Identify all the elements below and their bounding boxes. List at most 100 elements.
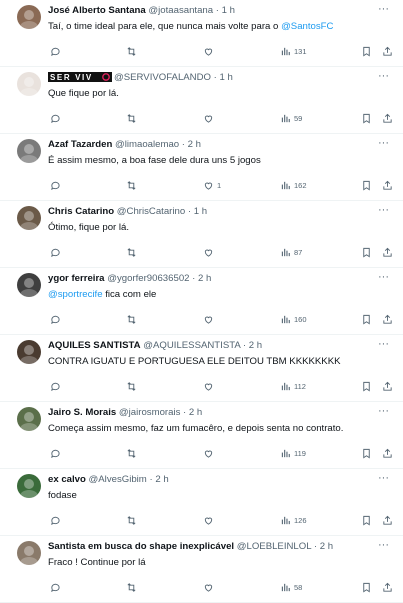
tweet-item[interactable]: ygor ferreira @ygorfer90636502 · 2 h ··· @… (0, 268, 403, 335)
like-button[interactable] (203, 312, 217, 326)
author-name[interactable]: AQUILES SANTISTA (48, 340, 141, 351)
tweet-item[interactable]: AQUILES SANTISTA @AQUILESSANTISTA · 2 h ·… (0, 335, 403, 402)
tweet-time[interactable]: 1 h (220, 72, 233, 83)
more-options-icon[interactable]: ··· (378, 204, 389, 216)
share-button[interactable] (382, 513, 393, 527)
bookmark-button[interactable] (361, 111, 372, 125)
like-button[interactable] (203, 513, 217, 527)
views-button[interactable]: 87 (280, 245, 302, 259)
share-button[interactable] (382, 312, 393, 326)
avatar[interactable] (17, 407, 41, 431)
author-handle[interactable]: @AlvesGibim (89, 474, 147, 485)
avatar[interactable] (17, 139, 41, 163)
retweet-button[interactable] (126, 111, 137, 125)
retweet-button[interactable] (126, 44, 137, 58)
author-handle[interactable]: @jairosmorais (119, 407, 180, 418)
author-handle[interactable]: @ChrisCatarino (117, 206, 185, 217)
author-handle[interactable]: @AQUILESSANTISTA (143, 340, 240, 351)
author-handle[interactable]: @jotaasantana (148, 5, 213, 16)
more-options-icon[interactable]: ··· (378, 137, 389, 149)
tweet-time[interactable]: 2 h (155, 474, 168, 485)
share-button[interactable] (382, 446, 393, 460)
more-options-icon[interactable]: ··· (378, 3, 389, 15)
share-button[interactable] (382, 178, 393, 192)
mention-link[interactable]: @sportrecife (48, 289, 103, 300)
tweet-item[interactable]: SER VIV @SERVIVOFALANDO · 1 h ··· Que fique… (0, 67, 403, 134)
retweet-button[interactable] (126, 580, 137, 594)
bookmark-button[interactable] (361, 513, 372, 527)
bookmark-button[interactable] (361, 178, 372, 192)
author-handle[interactable]: @LOEBLEINLOL (237, 541, 311, 552)
share-button[interactable] (382, 580, 393, 594)
avatar[interactable] (17, 474, 41, 498)
avatar[interactable] (17, 273, 41, 297)
more-options-icon[interactable]: ··· (378, 271, 389, 283)
views-button[interactable]: 59 (280, 111, 302, 125)
retweet-button[interactable] (126, 379, 137, 393)
tweet-time[interactable]: 2 h (249, 340, 262, 351)
like-button[interactable]: 1 (203, 178, 221, 192)
author-name[interactable]: Azaf Tazarden (48, 139, 112, 150)
avatar[interactable] (17, 72, 41, 96)
reply-button[interactable] (50, 446, 61, 460)
bookmark-button[interactable] (361, 312, 372, 326)
like-button[interactable] (203, 44, 217, 58)
retweet-button[interactable] (126, 312, 137, 326)
like-button[interactable] (203, 446, 217, 460)
like-button[interactable] (203, 245, 217, 259)
tweet-time[interactable]: 1 h (194, 206, 207, 217)
avatar[interactable] (17, 5, 41, 29)
like-button[interactable] (203, 580, 217, 594)
share-button[interactable] (382, 379, 393, 393)
reply-button[interactable] (50, 245, 61, 259)
avatar[interactable] (17, 340, 41, 364)
more-options-icon[interactable]: ··· (378, 472, 389, 484)
share-button[interactable] (382, 245, 393, 259)
retweet-button[interactable] (126, 178, 137, 192)
more-options-icon[interactable]: ··· (378, 338, 389, 350)
tweet-time[interactable]: 2 h (320, 541, 333, 552)
tweet-item[interactable]: Chris Catarino @ChrisCatarino · 1 h ··· Ót… (0, 201, 403, 268)
views-button[interactable]: 160 (280, 312, 307, 326)
author-name[interactable]: Chris Catarino (48, 206, 114, 217)
avatar[interactable] (17, 206, 41, 230)
share-button[interactable] (382, 44, 393, 58)
tweet-time[interactable]: 2 h (198, 273, 211, 284)
more-options-icon[interactable]: ··· (378, 70, 389, 82)
like-button[interactable] (203, 111, 217, 125)
author-handle[interactable]: @SERVIVOFALANDO (114, 72, 211, 83)
views-button[interactable]: 131 (280, 44, 307, 58)
bookmark-button[interactable] (361, 245, 372, 259)
tweet-time[interactable]: 1 h (222, 5, 235, 16)
reply-button[interactable] (50, 580, 61, 594)
reply-button[interactable] (50, 513, 61, 527)
author-name[interactable]: ygor ferreira (48, 273, 105, 284)
retweet-button[interactable] (126, 446, 137, 460)
tweet-item[interactable]: ex calvo @AlvesGibim · 2 h ··· fodase 126 (0, 469, 403, 536)
views-button[interactable]: 126 (280, 513, 307, 527)
reply-button[interactable] (50, 111, 61, 125)
like-button[interactable] (203, 379, 217, 393)
mention-link[interactable]: @SantosFC (281, 21, 333, 32)
author-handle[interactable]: @limaoalemao (115, 139, 179, 150)
tweet-time[interactable]: 2 h (188, 139, 201, 150)
tweet-time[interactable]: 2 h (189, 407, 202, 418)
bookmark-button[interactable] (361, 44, 372, 58)
author-name[interactable]: ex calvo (48, 474, 86, 485)
tweet-item[interactable]: Azaf Tazarden @limaoalemao · 2 h ··· É ass… (0, 134, 403, 201)
views-button[interactable]: 58 (280, 580, 302, 594)
tweet-item[interactable]: José Alberto Santana @jotaasantana · 1 h… (0, 0, 403, 67)
reply-button[interactable] (50, 379, 61, 393)
bookmark-button[interactable] (361, 379, 372, 393)
reply-button[interactable] (50, 44, 61, 58)
retweet-button[interactable] (126, 513, 137, 527)
views-button[interactable]: 162 (280, 178, 307, 192)
more-options-icon[interactable]: ··· (378, 405, 389, 417)
tweet-item[interactable]: Jairo S. Morais @jairosmorais · 2 h ··· Co… (0, 402, 403, 469)
views-button[interactable]: 112 (280, 379, 306, 393)
retweet-button[interactable] (126, 245, 137, 259)
reply-button[interactable] (50, 178, 61, 192)
author-name[interactable]: Jairo S. Morais (48, 407, 116, 418)
share-button[interactable] (382, 111, 393, 125)
tweet-item[interactable]: Santista em busca do shape inexplicável … (0, 536, 403, 603)
